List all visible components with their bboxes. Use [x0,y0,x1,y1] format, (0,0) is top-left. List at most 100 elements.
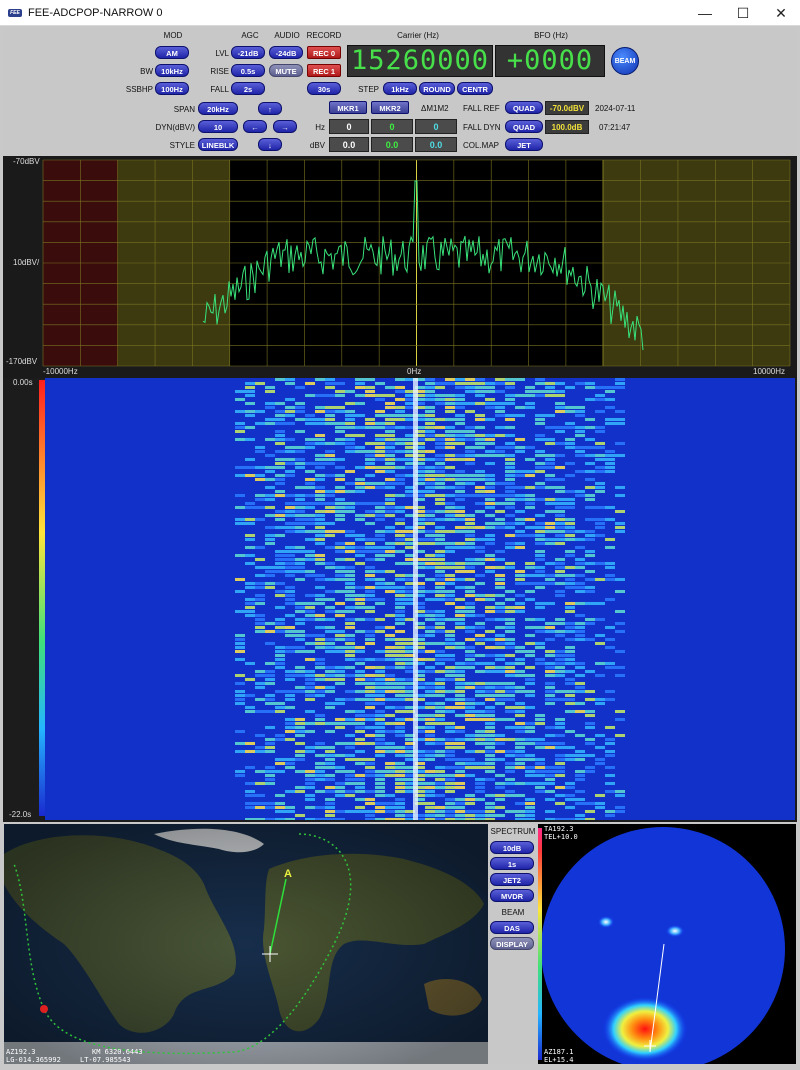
map-latitude: LT-07.985543 [80,1056,131,1064]
lvl-label: LVL [215,49,229,58]
down-arrow-button[interactable]: ↓ [258,138,282,151]
spectrum-time-button[interactable]: 1s [490,857,534,870]
polar-azimuth: AZ187.1 [544,1048,574,1056]
world-map[interactable]: A AZ192.3 KM 6320.6443 LG-014.365992 LT-… [4,824,488,1064]
mute-button[interactable]: MUTE [269,64,303,77]
rec0-button[interactable]: REC 0 [307,46,341,59]
marker2-button[interactable]: MKR2 [371,101,409,114]
spectrum-section-label: SPECTRUM [490,827,536,836]
polar-canvas [541,827,785,1064]
style-select[interactable]: LINEBLK [198,138,238,151]
beam-button[interactable]: BEAM [611,47,639,75]
window-title: FEE-ADCPOP-NARROW 0 [28,6,163,19]
ssbhp-label: SSBHP [125,85,153,94]
bw-select[interactable]: 10kHz [155,64,189,77]
colmap-button[interactable]: JET [505,138,543,151]
dyn-select[interactable]: 10 [198,120,238,133]
map-distance: KM 6320.6443 [92,1048,143,1056]
spectrum-x-left: -10000Hz [43,367,78,376]
waterfall-image [45,378,795,820]
beam-peak [603,997,687,1061]
round-button[interactable]: ROUND [419,82,455,95]
array-controls: SPECTRUM 10dB 1s JET2 MVDR BEAM DAS DISP… [488,824,538,1064]
mod-header: MOD [163,31,183,40]
spectrum-canvas [3,159,797,378]
marker1-dbv-value: 0.0 [329,137,369,152]
close-button[interactable]: ✕ [762,0,800,26]
hz-label: Hz [315,123,325,132]
colmap-label: COL.MAP [463,141,500,150]
minimize-button[interactable]: — [686,0,724,26]
fall-ref-label: FALL REF [463,104,500,113]
world-map-canvas [4,824,488,1064]
audio-header: AUDIO [274,31,300,40]
delta-hz-value: 0 [415,119,457,134]
span-label: SPAN [173,105,195,114]
dyn-label: DYN(dBV/) [155,123,195,132]
beam-method-button[interactable]: DAS [490,921,534,934]
waterfall-canvas [235,378,625,820]
step-label: STEP [358,85,379,94]
spectrum-range-button[interactable]: 10dB [490,841,534,854]
polar-color-scale [538,828,542,1060]
agc-fall-button[interactable]: 2s [231,82,265,95]
spectrum-x-right: 10000Hz [753,367,786,376]
span-select[interactable]: 20kHz [198,102,238,115]
mod-select[interactable]: AM [155,46,189,59]
left-arrow-button[interactable]: ← [243,120,267,133]
marker1-button[interactable]: MKR1 [329,101,367,114]
agc-header: AGC [241,31,259,40]
target-location-marker [40,1005,48,1013]
window-controls: — ☐ ✕ [686,0,800,26]
bfo-frequency-display[interactable]: +0000 [495,45,605,77]
app-logo-icon: FEE [8,8,22,17]
fall-ref-value[interactable]: -70.0dBV [545,101,589,115]
bw-label: BW [140,67,153,76]
fall-label: FALL [210,85,229,94]
delta-marker-label: ΔM1M2 [421,104,449,113]
waterfall-top-time: 0.00s [13,378,33,387]
carrier-header: Carrier (Hz) [397,31,439,40]
bfo-header: BFO (Hz) [534,31,568,40]
spectrum-grid [42,159,791,367]
spectrum-y-bottom: -170dBV [6,357,38,366]
maximize-button[interactable]: ☐ [724,0,762,26]
spectrum-plot[interactable]: -70dBV 10dBV/ -170dBV -10000Hz 0Hz 10000… [3,156,797,378]
rise-label: RISE [210,67,229,76]
spectrum-x-center: 0Hz [407,367,422,376]
date-display: 2024-07-11 [595,104,636,113]
station-marker-label: A [284,868,292,880]
display-button[interactable]: DISPLAY [490,937,534,950]
step-select[interactable]: 1kHz [383,82,417,95]
up-arrow-button[interactable]: ↑ [258,102,282,115]
spectrum-colormap-button[interactable]: JET2 [490,873,534,886]
audio-level-button[interactable]: -24dB [269,46,303,59]
carrier-frequency-display[interactable]: 15260000 [347,45,493,77]
spectrum-y-top: -70dBV [13,157,40,166]
spectrum-method-button[interactable]: MVDR [490,889,534,902]
agc-rise-button[interactable]: 0.5s [231,64,265,77]
control-panel: MOD AGC AUDIO RECORD Carrier (Hz) BFO (H… [3,27,797,155]
agc-level-button[interactable]: -21dB [231,46,265,59]
record-time-button[interactable]: 30s [307,82,341,95]
beam-section-label: BEAM [501,908,525,917]
fall-dyn-value[interactable]: 100.0dB [545,120,589,134]
map-azimuth: AZ192.3 [6,1048,36,1056]
centr-button[interactable]: CENTR [457,82,493,95]
style-label: STYLE [169,141,195,150]
fall-dyn-mode-button[interactable]: QUAD [505,120,543,133]
polar-target-elevation: TEL+10.0 [544,833,578,841]
rec1-button[interactable]: REC 1 [307,64,341,77]
polar-target-azimuth: TA192.3 [544,825,574,833]
spectrum-y-mid: 10dBV/ [13,258,40,267]
waterfall-display[interactable]: 0.00s -22.0s [3,378,797,822]
marker2-hz-value: 0 [371,119,413,134]
ssbhp-select[interactable]: 100Hz [155,82,189,95]
marker2-dbv-value: 0.0 [371,137,413,152]
map-longitude: LG-014.365992 [6,1056,61,1064]
polar-beam-plot[interactable]: TA192.3 TEL+10.0 AZ187.1 EL+15.4 [538,824,796,1064]
delta-dbv-value: 0.0 [415,137,457,152]
right-arrow-button[interactable]: → [273,120,297,133]
polar-elevation: EL+15.4 [544,1056,574,1064]
fall-ref-mode-button[interactable]: QUAD [505,101,543,114]
